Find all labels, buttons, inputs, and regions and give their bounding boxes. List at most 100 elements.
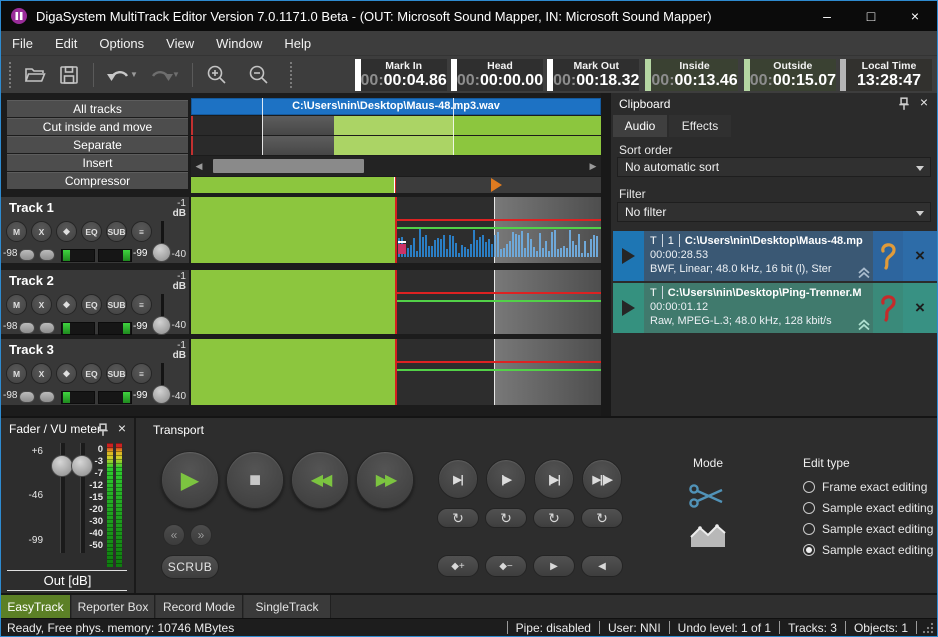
mute-button[interactable]: M: [6, 363, 27, 384]
maximize-button[interactable]: □: [849, 1, 893, 31]
close-panel-icon[interactable]: ×: [917, 95, 931, 109]
prev-marker-button[interactable]: ◀: [581, 555, 623, 577]
play-button[interactable]: ▶: [161, 451, 219, 509]
overview-file-bar[interactable]: C:\Users\nin\Desktop\Maus-48.mp3.wav: [191, 98, 601, 115]
edit-type-option-4[interactable]: Sample exact editing us: [803, 543, 938, 557]
track-option-button-2[interactable]: [39, 249, 55, 261]
menu-window[interactable]: Window: [205, 36, 273, 51]
step-forward-button[interactable]: »: [190, 524, 212, 546]
play-from-mark-button[interactable]: |▶: [486, 459, 526, 499]
audio-clip-block[interactable]: [191, 197, 395, 263]
eq-button[interactable]: EQ: [81, 363, 102, 384]
track-fader[interactable]: [149, 221, 175, 261]
all-tracks-button[interactable]: All tracks: [7, 100, 188, 117]
mute-button[interactable]: M: [6, 221, 27, 242]
track-3-lane[interactable]: [191, 339, 601, 405]
pan-slider[interactable]: [98, 249, 132, 262]
edit-type-option-1[interactable]: Frame exact editing: [803, 480, 927, 494]
sub-button[interactable]: SUB: [106, 221, 127, 242]
zoom-out-button[interactable]: [244, 60, 274, 90]
edit-type-option-3[interactable]: Sample exact editing us: [803, 522, 938, 536]
menu-help[interactable]: Help: [273, 36, 322, 51]
loop-button-4[interactable]: ↻: [581, 508, 623, 528]
playhead-marker[interactable]: [491, 178, 502, 192]
fade-marker-handle[interactable]: [398, 244, 406, 254]
stop-button[interactable]: ■: [226, 451, 284, 509]
play-around-mark-button[interactable]: ▶||▶: [582, 459, 622, 499]
remove-clip-button[interactable]: ×: [903, 283, 937, 333]
scroll-left-arrow[interactable]: ◀: [191, 156, 207, 176]
minimize-button[interactable]: –: [805, 1, 849, 31]
menu-options[interactable]: Options: [88, 36, 155, 51]
cut-disable-button[interactable]: X: [31, 294, 52, 315]
track-1-lane[interactable]: [191, 197, 601, 263]
track-fader[interactable]: [149, 294, 175, 334]
track-option-button-2[interactable]: [39, 391, 55, 403]
fast-forward-button[interactable]: ▶▶: [356, 451, 414, 509]
tab-singletrack[interactable]: SingleTrack: [244, 595, 331, 618]
toolbar-grip[interactable]: [9, 62, 12, 88]
tab-reporter-box[interactable]: Reporter Box: [72, 595, 155, 618]
sub-button[interactable]: SUB: [106, 363, 127, 384]
scrub-button[interactable]: SCRUB: [161, 555, 219, 579]
zoom-in-button[interactable]: [202, 60, 232, 90]
pan-slider[interactable]: [98, 391, 132, 404]
solo-button[interactable]: ◆: [56, 363, 77, 384]
resize-grip-icon[interactable]: [921, 621, 935, 635]
clipboard-item-2[interactable]: T C:\Users\nin\Desktop\Ping-Trenner.M 00…: [613, 283, 937, 333]
edit-type-option-2[interactable]: Sample exact editing at: [803, 501, 938, 515]
prelisten-button[interactable]: [873, 283, 903, 333]
track-option-button-1[interactable]: [19, 322, 35, 334]
selection-region[interactable]: [494, 270, 601, 334]
cut-disable-button[interactable]: X: [31, 221, 52, 242]
undo-button[interactable]: ▼: [103, 60, 141, 90]
tab-effects[interactable]: Effects: [669, 115, 731, 137]
audio-clip-block[interactable]: [191, 339, 395, 405]
menu-edit[interactable]: Edit: [44, 36, 88, 51]
radio-icon[interactable]: [803, 481, 815, 493]
play-to-mark-button[interactable]: ▶|: [438, 459, 478, 499]
compressor-button[interactable]: Compressor: [7, 172, 188, 189]
timeline-ruler[interactable]: [191, 177, 601, 193]
track-option-button-2[interactable]: [39, 322, 55, 334]
panel-splitter[interactable]: [601, 93, 611, 416]
radio-icon[interactable]: [803, 544, 815, 556]
track-option-button-1[interactable]: [19, 249, 35, 261]
rewind-button[interactable]: ◀◀: [291, 451, 349, 509]
clipboard-item-1[interactable]: T 1 C:\Users\nin\Desktop\Maus-48.mp 00:0…: [613, 231, 937, 281]
tab-record-mode[interactable]: Record Mode: [156, 595, 243, 618]
tab-audio[interactable]: Audio: [613, 115, 667, 137]
track-option-button-1[interactable]: [19, 391, 35, 403]
local-time-display[interactable]: Local Time 13:28:47: [840, 59, 932, 91]
next-marker-button[interactable]: ▶: [533, 555, 575, 577]
radio-icon[interactable]: [803, 502, 815, 514]
loop-button-3[interactable]: ↻: [533, 508, 575, 528]
filter-select[interactable]: No filter: [617, 202, 931, 222]
audio-clip-block[interactable]: [191, 270, 395, 334]
play-clip-button[interactable]: [613, 283, 644, 333]
cut-mode-icon[interactable]: [688, 482, 728, 510]
undo-dropdown-caret[interactable]: ▼: [130, 70, 138, 79]
close-button[interactable]: ×: [893, 1, 937, 31]
insert-button[interactable]: Insert: [7, 154, 188, 171]
scroll-right-arrow[interactable]: ▶: [585, 156, 601, 176]
solo-button[interactable]: ◆: [56, 294, 77, 315]
save-button[interactable]: [54, 60, 84, 90]
mark-in-display[interactable]: Mark In 00:00:04.86: [355, 59, 447, 91]
separate-button[interactable]: Separate: [7, 136, 188, 153]
menu-view[interactable]: View: [155, 36, 205, 51]
overview-row-2[interactable]: [191, 136, 601, 155]
volume-slider[interactable]: [61, 322, 95, 335]
track-fader[interactable]: [149, 363, 175, 403]
selection-region[interactable]: [494, 339, 601, 405]
open-file-button[interactable]: [20, 60, 50, 90]
menu-file[interactable]: File: [1, 36, 44, 51]
volume-slider[interactable]: [61, 391, 95, 404]
inside-display[interactable]: Inside 00:00:13.46: [645, 59, 737, 91]
track-2-lane[interactable]: [191, 270, 601, 334]
collapse-icon[interactable]: [857, 319, 871, 331]
head-display[interactable]: Head 00:00:00.00: [451, 59, 543, 91]
pin-icon[interactable]: [897, 97, 911, 111]
tab-easytrack[interactable]: EasyTrack: [1, 595, 71, 618]
eq-button[interactable]: EQ: [81, 294, 102, 315]
